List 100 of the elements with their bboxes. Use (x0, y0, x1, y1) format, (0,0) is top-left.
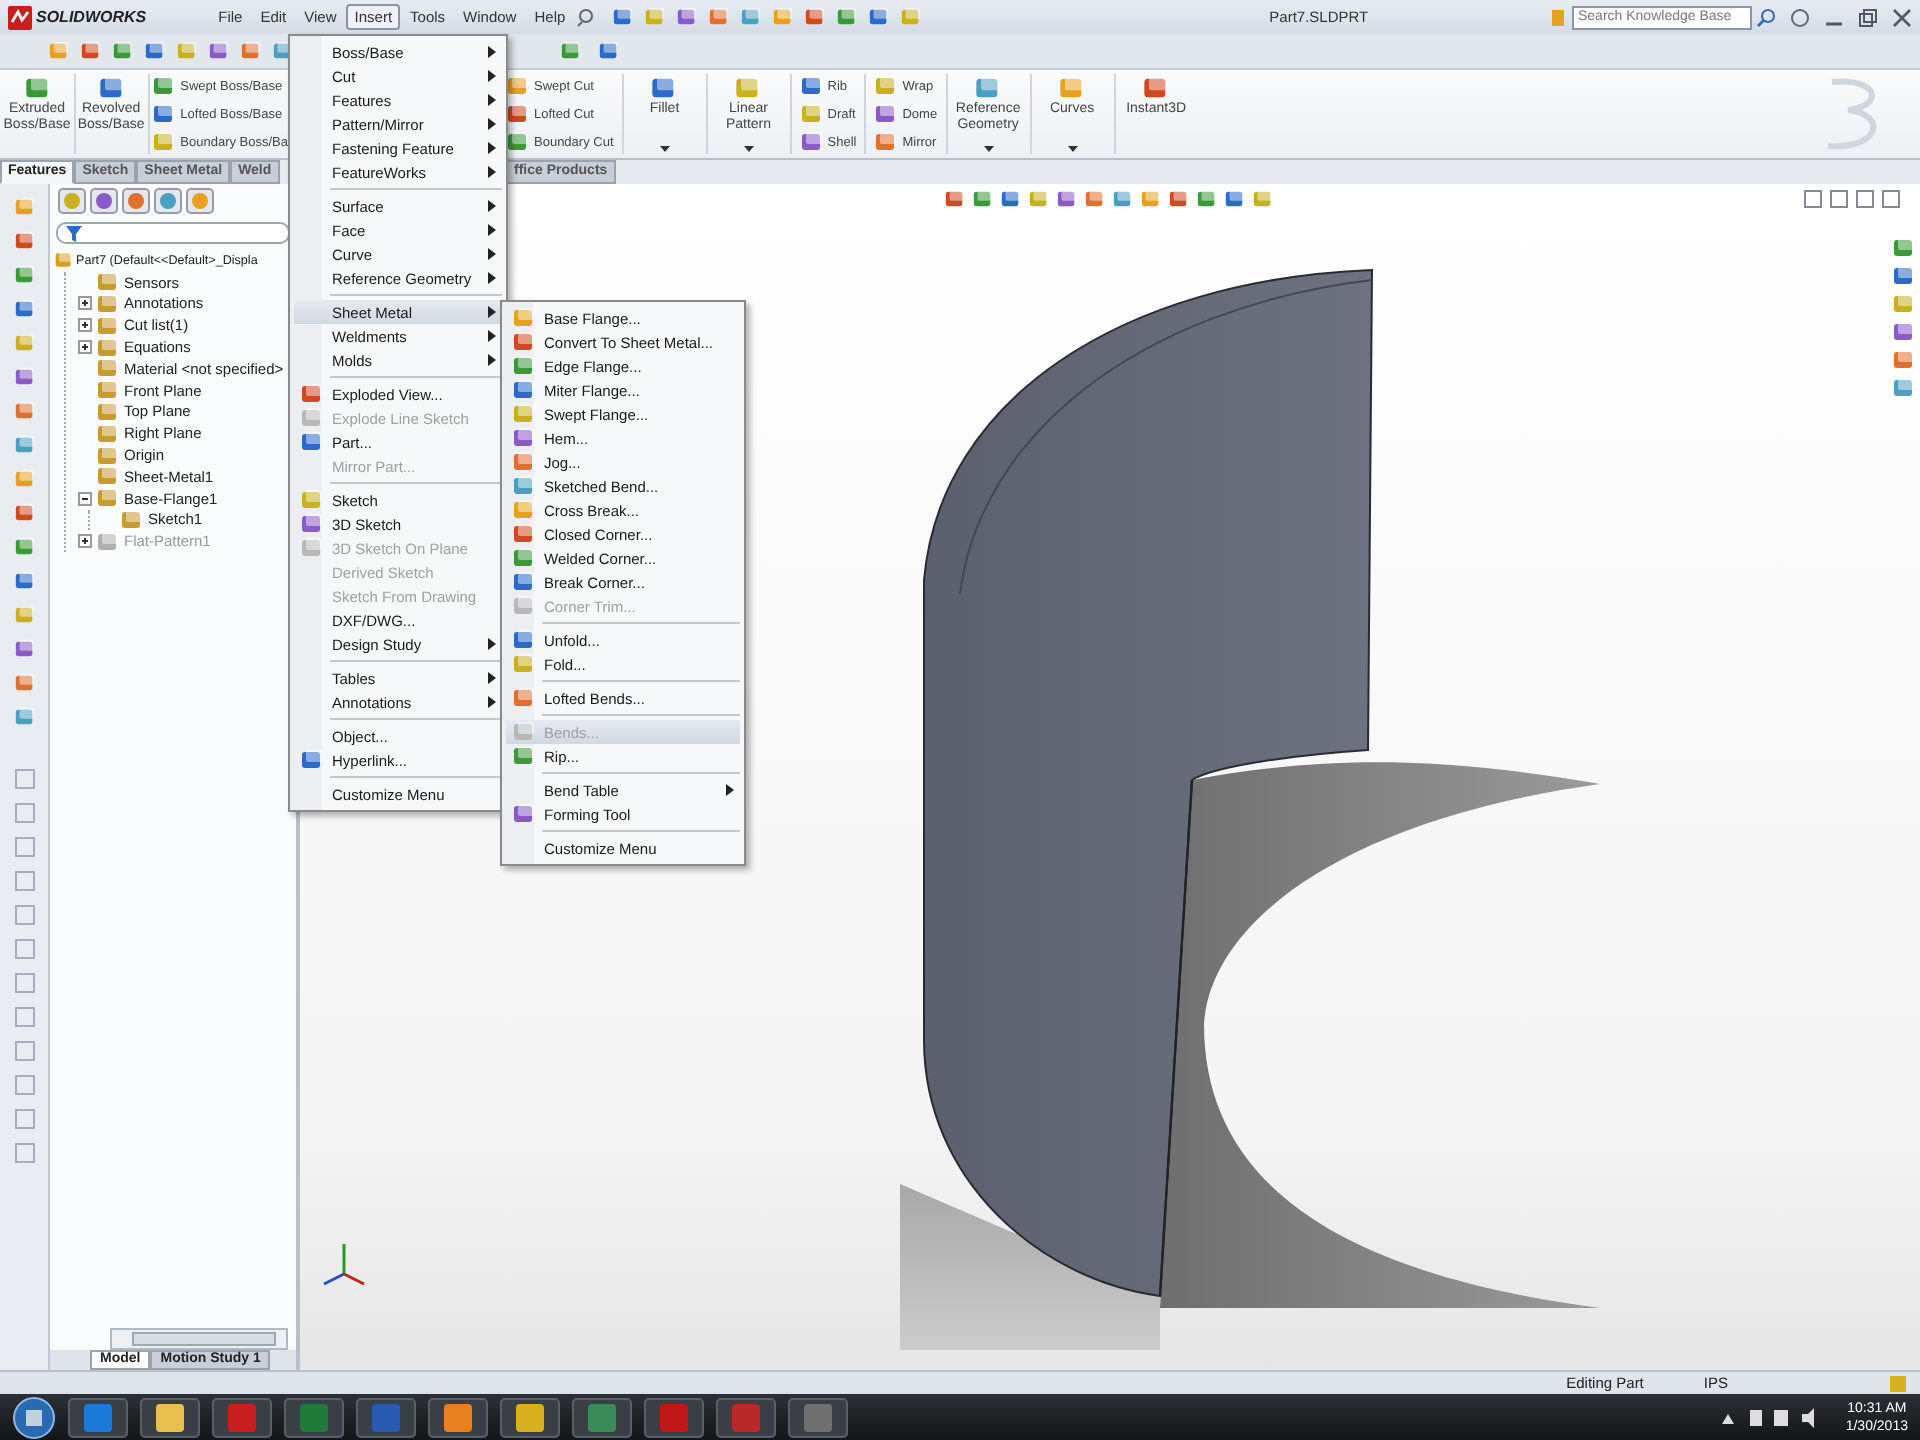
task-pane-icon[interactable] (1892, 292, 1916, 316)
view-tool-icon[interactable] (1196, 188, 1218, 210)
panel-tab-icon[interactable] (58, 188, 86, 214)
tool-icon[interactable] (13, 638, 35, 660)
toolbar-icon[interactable] (144, 40, 166, 62)
expand-icon[interactable] (78, 296, 92, 311)
system-tray-icon[interactable] (1717, 1407, 1818, 1427)
toolbar-icon[interactable] (771, 6, 794, 28)
toolbar-icon[interactable] (675, 6, 698, 28)
submenu-arrow-icon (726, 784, 734, 796)
task-pane-icon[interactable] (1892, 236, 1916, 260)
toolbar-icon[interactable] (611, 6, 634, 28)
close-icon[interactable] (1892, 7, 1912, 27)
tool-icon[interactable] (13, 400, 35, 422)
menu-item-icon (299, 512, 323, 536)
tool-icon[interactable] (13, 264, 35, 286)
task-pane-icon[interactable] (1892, 376, 1916, 400)
tool-icon[interactable] (13, 672, 35, 694)
dropdown-arrow-icon (743, 146, 754, 152)
tool-icon[interactable] (13, 230, 35, 252)
view-tool-icon[interactable] (1140, 188, 1162, 210)
view-tool-icon[interactable] (1112, 188, 1134, 210)
task-pane-icon[interactable] (1892, 264, 1916, 288)
tool-icon[interactable] (13, 604, 35, 626)
view-tool-icon[interactable] (944, 188, 966, 210)
tool-icon[interactable] (13, 706, 35, 728)
expand-icon[interactable] (78, 534, 92, 549)
expand-icon[interactable] (78, 318, 92, 333)
taskbar-app-icon[interactable] (572, 1397, 632, 1437)
tool-icon[interactable] (13, 332, 35, 354)
tool-icon[interactable] (13, 298, 35, 320)
scroll-bar[interactable] (110, 1328, 288, 1350)
menu-item-icon (511, 426, 535, 450)
tree-node-icon (96, 270, 120, 295)
menu-item-icon (299, 488, 323, 512)
menu-item-icon (511, 330, 535, 354)
toolbar-icon[interactable] (867, 6, 890, 28)
panel-tab-icon[interactable] (154, 188, 182, 214)
toolbar-icon[interactable] (598, 40, 620, 62)
view-tool-icon[interactable] (1056, 188, 1078, 210)
view-tool-icon[interactable] (1168, 188, 1190, 210)
feature-icon (799, 74, 824, 98)
toolbar-icon[interactable] (112, 40, 134, 62)
view-tool-icon[interactable] (1252, 188, 1274, 210)
toolbar-icon[interactable] (707, 6, 730, 28)
tree-node-icon (96, 292, 120, 316)
panel-tab-icon[interactable] (186, 188, 214, 214)
taskbar-app-icon[interactable] (500, 1397, 560, 1437)
toolbar-icon[interactable] (643, 6, 666, 28)
book-icon (1550, 7, 1568, 27)
menu-item-icon (511, 498, 535, 522)
app-logo: SOLIDWORKS (8, 5, 151, 29)
tool-icon[interactable] (13, 434, 35, 456)
menu-item-icon (299, 382, 323, 406)
start-button[interactable] (12, 1395, 56, 1439)
toolbar-icon[interactable] (899, 6, 922, 28)
menu-item-icon (299, 430, 323, 454)
expand-icon[interactable] (78, 340, 92, 355)
toolbar-icon[interactable] (208, 40, 230, 62)
tree-node-icon (120, 507, 144, 532)
feature-icon (1142, 74, 1171, 102)
tool-icon[interactable] (13, 196, 35, 218)
tool-icon[interactable] (13, 366, 35, 388)
toolbar-icon[interactable] (240, 40, 262, 62)
taskbar-app-icon[interactable] (428, 1397, 488, 1437)
toolbar-icon[interactable] (48, 40, 70, 62)
view-tool-icon[interactable] (1028, 188, 1050, 210)
panel-tab-icon[interactable] (122, 188, 150, 214)
tree-node-icon (96, 356, 120, 381)
feature-icon (97, 74, 126, 102)
taskbar-app-icon[interactable] (140, 1397, 200, 1437)
search-icon[interactable] (1756, 7, 1776, 27)
tool-icon[interactable] (13, 502, 35, 524)
toolbar-icon[interactable] (80, 40, 102, 62)
view-tool-icon[interactable] (972, 188, 994, 210)
toolbar-icon[interactable] (803, 6, 826, 28)
collapse-icon[interactable] (78, 491, 92, 506)
view-tool-icon[interactable] (1224, 188, 1246, 210)
menu-item-icon (299, 748, 323, 772)
menu-item-icon (511, 306, 535, 330)
toolbar-icon[interactable] (835, 6, 858, 28)
rebuild-icon[interactable] (1888, 1373, 1908, 1393)
menu-item-icon (511, 546, 535, 570)
task-pane-icon[interactable] (1892, 348, 1916, 372)
menu-item-icon (511, 402, 535, 426)
view-tool-icon[interactable] (1000, 188, 1022, 210)
toolbar-icon[interactable] (739, 6, 762, 28)
tool-icon[interactable] (13, 468, 35, 490)
menu-item-icon (511, 570, 535, 594)
menu-item-icon (511, 628, 535, 652)
feature-icon (152, 130, 177, 154)
panel-tab-icon[interactable] (90, 188, 118, 214)
tool-icon[interactable] (13, 570, 35, 592)
filter-icon[interactable] (66, 225, 82, 241)
tool-icon[interactable] (13, 536, 35, 558)
view-tool-icon[interactable] (1084, 188, 1106, 210)
toolbar-icon[interactable] (176, 40, 198, 62)
restore-icon[interactable] (1858, 7, 1878, 27)
task-pane-icon[interactable] (1892, 320, 1916, 344)
toolbar-icon[interactable] (560, 40, 582, 62)
